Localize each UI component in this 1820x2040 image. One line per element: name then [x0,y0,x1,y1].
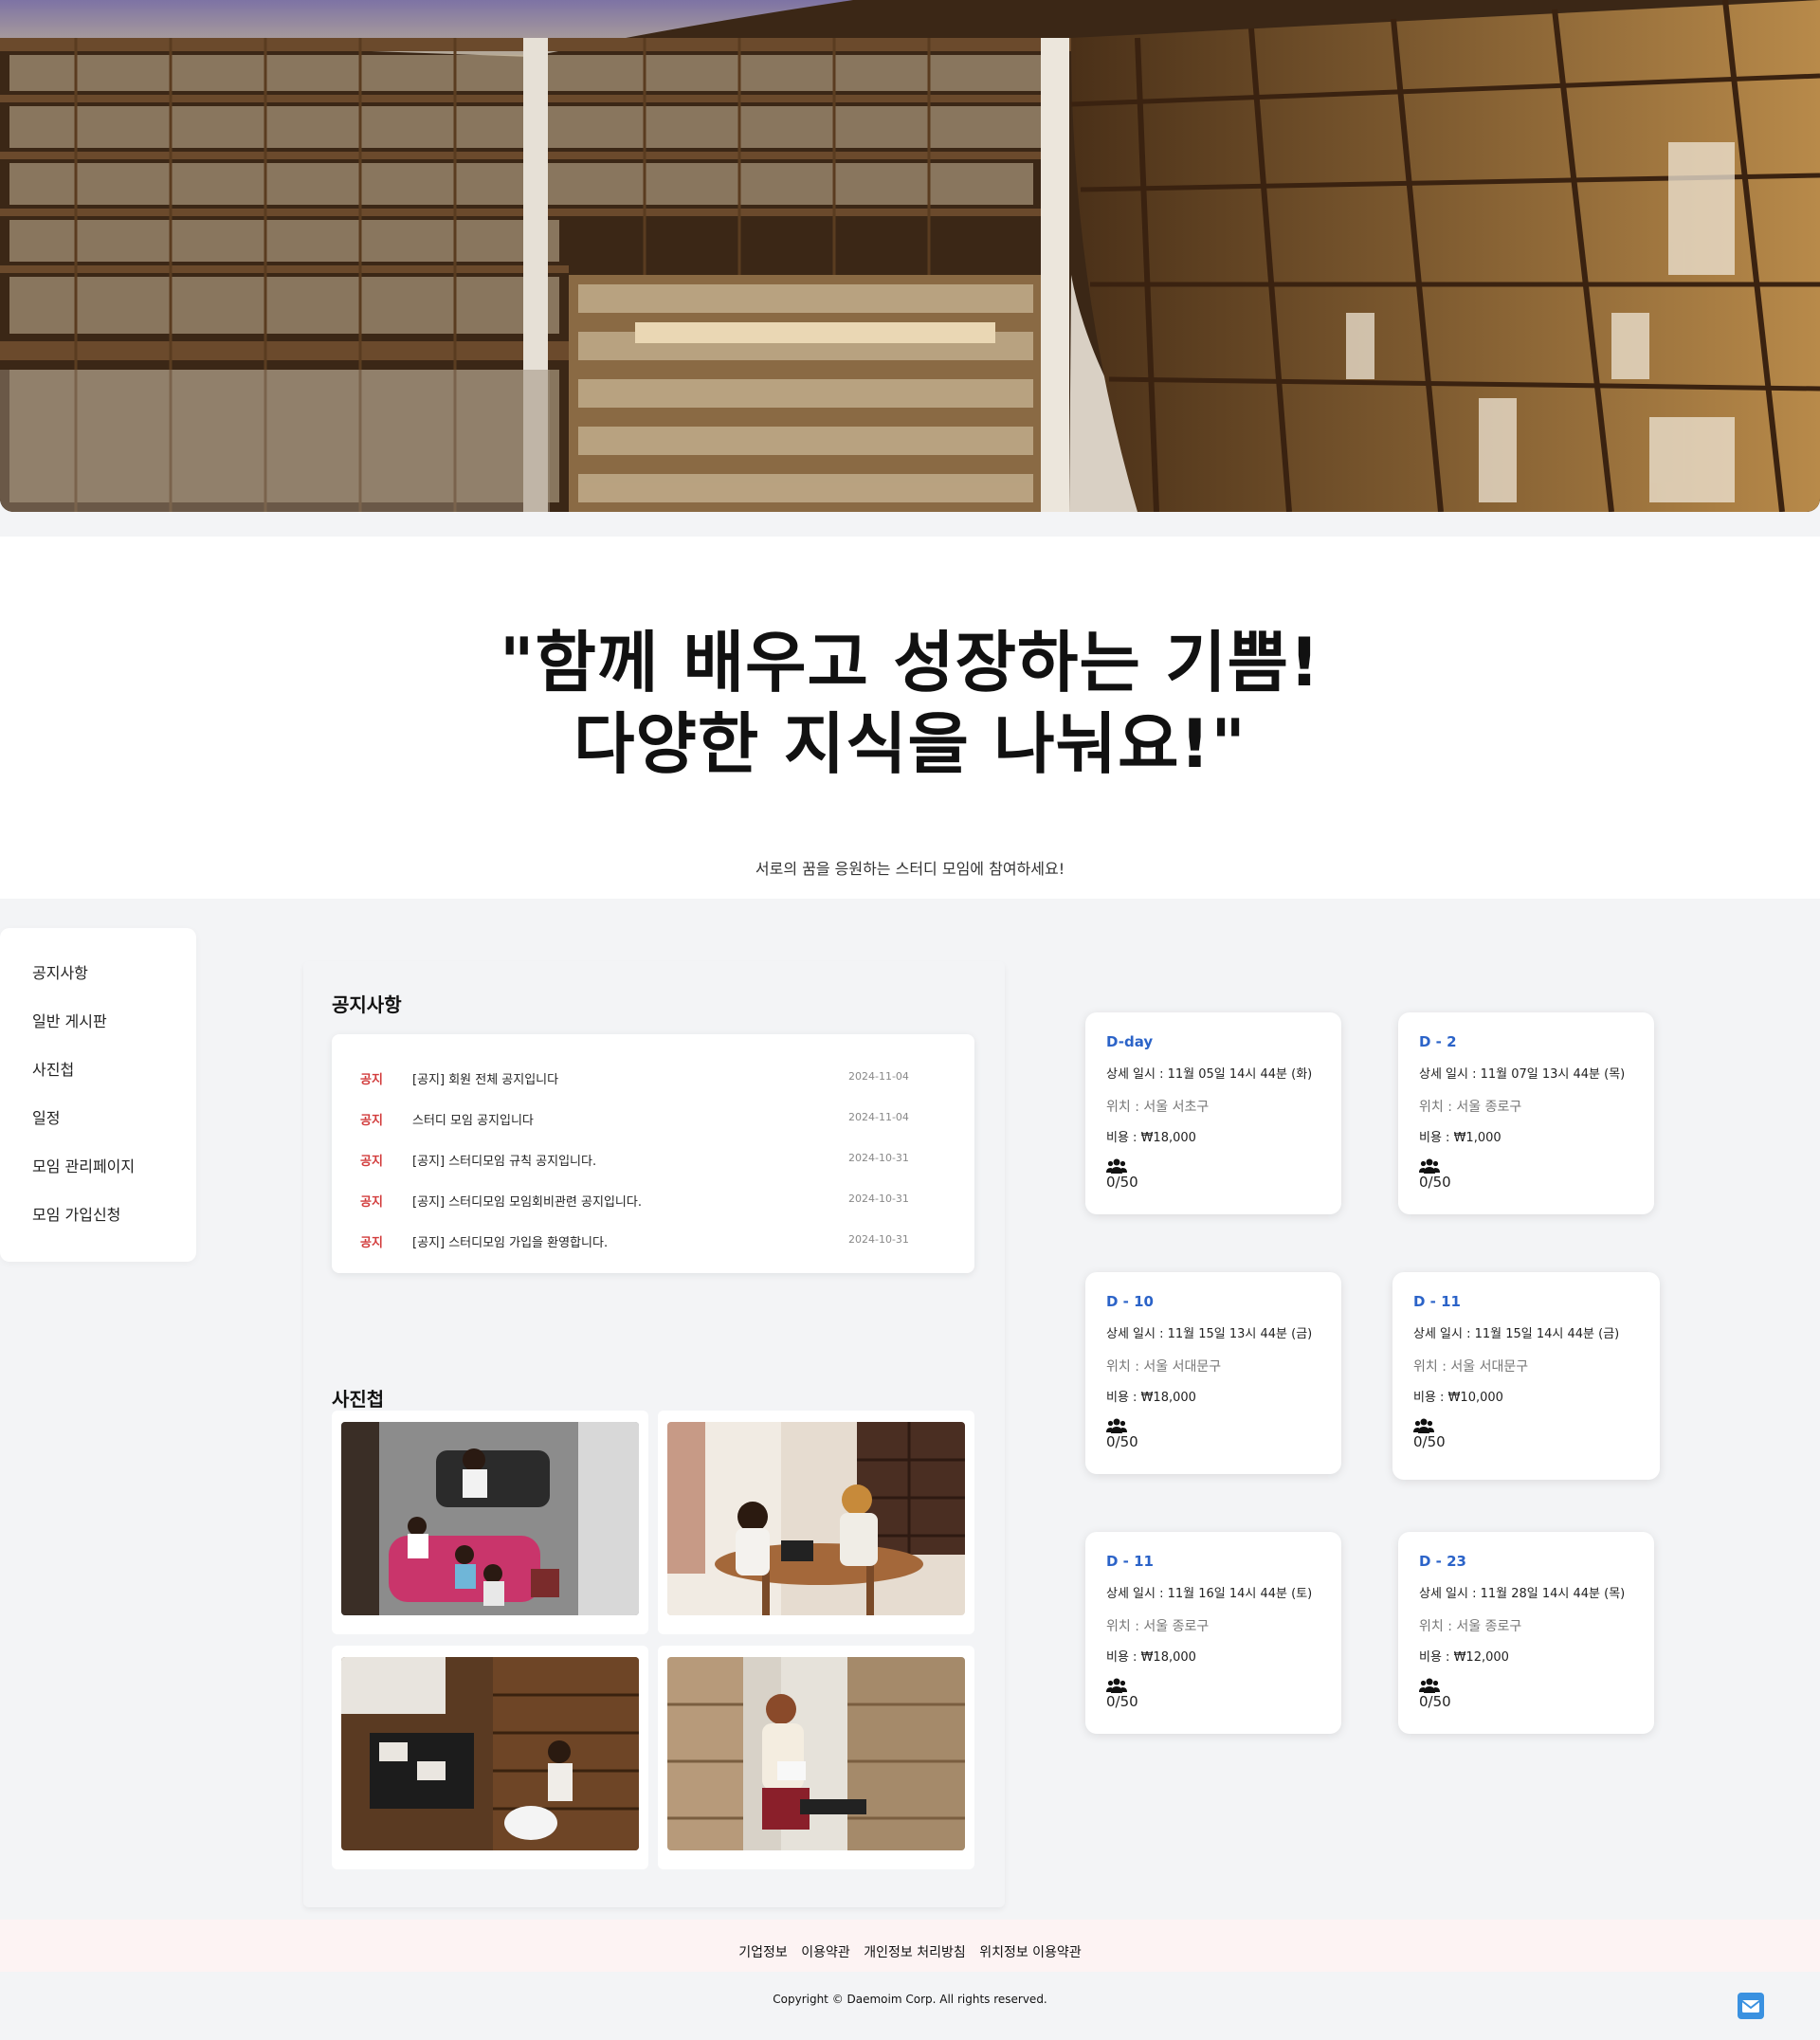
schedule-datetime: 상세 일시 : 11월 15일 14시 44분 (금) [1413,1327,1620,1341]
schedule-location: 위치 : 서울 종로구 [1106,1619,1210,1634]
schedule-dday: D - 10 [1106,1293,1154,1310]
notice-date: 2024-10-31 [848,1152,909,1164]
footer-links: 기업정보 이용약관 개인정보 처리방침 위치정보 이용약관 [0,1920,1820,1972]
notice-title[interactable]: [공지] 회원 전체 공지입니다 [412,1069,558,1087]
notice-tag: 공지 [360,1155,383,1169]
schedule-location: 위치 : 서울 서대문구 [1413,1359,1529,1375]
notices-title: 공지사항 [332,993,402,1016]
schedule-card-hovered[interactable]: D - 11 상세 일시 : 11월 15일 14시 44분 (금) 위치 : … [1392,1272,1660,1480]
schedule-dday: D - 2 [1419,1033,1457,1050]
notice-title[interactable]: 스터디 모임 공지입니다 [412,1110,534,1128]
schedule-dday: D-day [1106,1033,1154,1050]
schedule-fee: 비용 : ₩18,000 [1106,1131,1196,1145]
schedule-dday: D - 23 [1419,1553,1466,1570]
schedule-fee: 비용 : ₩12,000 [1419,1650,1509,1665]
footer-copyright: Copyright © Daemoim Corp. All rights res… [0,1972,1820,2040]
schedule-card[interactable]: D - 10 상세 일시 : 11월 15일 13시 44분 (금) 위치 : … [1085,1272,1341,1474]
gallery-photo-card[interactable] [658,1411,974,1634]
schedule-dday: D - 11 [1106,1553,1154,1570]
gallery-photo-study-table[interactable] [667,1422,965,1615]
schedule-datetime: 상세 일시 : 11월 28일 14시 44분 (목) [1419,1587,1626,1601]
notice-row[interactable]: 공지 [공지] 스터디모임 규칙 공지입니다. 2024-10-31 [332,1138,974,1178]
gallery-photo-reading-woman[interactable] [667,1657,965,1850]
schedule-member-count: 0/50 [1419,1693,1451,1710]
schedule-location: 위치 : 서울 서초구 [1106,1100,1210,1115]
schedule-fee: 비용 : ₩10,000 [1413,1391,1503,1405]
gallery-title: 사진첩 [332,1388,385,1411]
slogan-line-2: 다양한 지식을 나눠요!" [573,705,1247,783]
schedule-datetime: 상세 일시 : 11월 15일 13시 44분 (금) [1106,1327,1313,1341]
sidebar-item-notices[interactable]: 공지사항 [0,949,196,997]
notice-list: 공지 [공지] 회원 전체 공지입니다 2024-11-04 공지 스터디 모임… [332,1034,974,1273]
footer-link-privacy[interactable]: 개인정보 처리방침 [864,1945,966,1960]
notice-title[interactable]: [공지] 스터디모임 모임회비관련 공지입니다. [412,1192,642,1210]
slogan-section: "함께 배우고 성장하는 기쁨! 다양한 지식을 나눠요!" 서로의 꿈을 응원… [0,537,1820,899]
sidebar-item-admin[interactable]: 모임 관리페이지 [0,1142,196,1191]
schedule-member-count: 0/50 [1419,1174,1451,1191]
notice-row[interactable]: 공지 [공지] 스터디모임 모임회비관련 공지입니다. 2024-10-31 [332,1178,974,1219]
gallery-photo-card[interactable] [332,1646,648,1869]
mail-icon[interactable] [1738,1993,1764,2019]
sidebar-item-board[interactable]: 일반 게시판 [0,997,196,1046]
gallery-photo-card[interactable] [658,1646,974,1869]
schedule-datetime: 상세 일시 : 11월 07일 13시 44분 (목) [1419,1067,1626,1082]
people-icon [1106,1418,1127,1433]
notice-tag: 공지 [360,1114,383,1128]
schedule-member-count: 0/50 [1106,1433,1138,1450]
notice-date: 2024-10-31 [848,1193,909,1205]
footer-link-location-terms[interactable]: 위치정보 이용약관 [979,1945,1082,1960]
schedule-fee: 비용 : ₩18,000 [1106,1391,1196,1405]
people-icon [1106,1158,1127,1174]
notice-row[interactable]: 공지 [공지] 회원 전체 공지입니다 2024-11-04 [332,1056,974,1097]
people-icon [1419,1158,1440,1174]
main-content-panel: 공지사항 공지 [공지] 회원 전체 공지입니다 2024-11-04 공지 스… [303,961,1005,1907]
notice-row[interactable]: 공지 [공지] 스터디모임 가입을 환영합니다. 2024-10-31 [332,1219,974,1260]
schedule-member-count: 0/50 [1106,1693,1138,1710]
footer-link-terms[interactable]: 이용약관 [801,1945,850,1960]
schedule-location: 위치 : 서울 종로구 [1419,1100,1522,1115]
schedule-member-count: 0/50 [1413,1433,1446,1450]
people-icon [1106,1678,1127,1693]
notice-row[interactable]: 공지 스터디 모임 공지입니다 2024-11-04 [332,1097,974,1138]
schedule-card[interactable]: D-day 상세 일시 : 11월 05일 14시 44분 (화) 위치 : 서… [1085,1012,1341,1214]
schedule-fee: 비용 : ₩18,000 [1106,1650,1196,1665]
sidebar-item-schedule[interactable]: 일정 [0,1094,196,1142]
sidebar-item-join-request[interactable]: 모임 가입신청 [0,1191,196,1239]
notice-date: 2024-11-04 [848,1111,909,1123]
schedule-location: 위치 : 서울 서대문구 [1106,1359,1222,1375]
schedule-card[interactable]: D - 2 상세 일시 : 11월 07일 13시 44분 (목) 위치 : 서… [1398,1012,1654,1214]
notice-date: 2024-11-04 [848,1070,909,1083]
notice-title[interactable]: [공지] 스터디모임 가입을 환영합니다. [412,1232,608,1250]
schedule-location: 위치 : 서울 종로구 [1419,1619,1522,1634]
slogan-line-1: "함께 배우고 성장하는 기쁨! [500,624,1320,701]
schedule-card[interactable]: D - 11 상세 일시 : 11월 16일 14시 44분 (토) 위치 : … [1085,1532,1341,1734]
people-icon [1419,1678,1440,1693]
schedule-dday: D - 11 [1413,1293,1461,1310]
notice-date: 2024-10-31 [848,1233,909,1246]
schedule-card[interactable]: D - 23 상세 일시 : 11월 28일 14시 44분 (목) 위치 : … [1398,1532,1654,1734]
schedule-member-count: 0/50 [1106,1174,1138,1191]
notice-tag: 공지 [360,1073,383,1087]
hero-banner-image [0,0,1820,512]
notice-tag: 공지 [360,1236,383,1250]
people-icon [1413,1418,1434,1433]
sidebar-item-gallery[interactable]: 사진첩 [0,1046,196,1094]
slogan-heading: "함께 배우고 성장하는 기쁨! 다양한 지식을 나눠요!" [0,622,1820,785]
gallery-photo-card[interactable] [332,1411,648,1634]
gallery-photo-library-room[interactable] [341,1657,639,1850]
notice-tag: 공지 [360,1195,383,1210]
sidebar-nav: 공지사항 일반 게시판 사진첩 일정 모임 관리페이지 모임 가입신청 [0,928,196,1262]
footer-link-company[interactable]: 기업정보 [738,1945,788,1960]
gallery-photo-students-sofa[interactable] [341,1422,639,1615]
schedule-datetime: 상세 일시 : 11월 16일 14시 44분 (토) [1106,1587,1313,1601]
slogan-subtitle: 서로의 꿈을 응원하는 스터디 모임에 참여하세요! [755,860,1065,878]
schedule-fee: 비용 : ₩1,000 [1419,1131,1502,1145]
schedule-datetime: 상세 일시 : 11월 05일 14시 44분 (화) [1106,1067,1313,1082]
notice-title[interactable]: [공지] 스터디모임 규칙 공지입니다. [412,1151,596,1169]
